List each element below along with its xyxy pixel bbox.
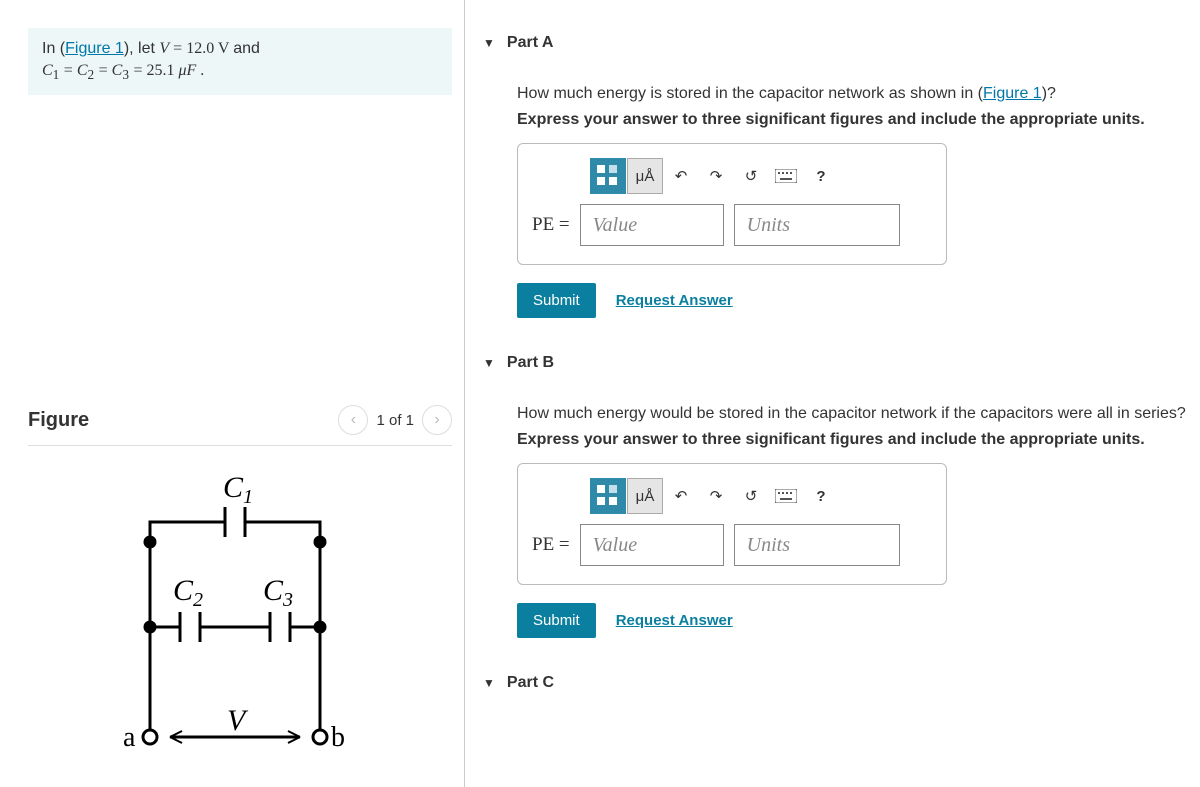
undo-button[interactable]: ↶ xyxy=(664,479,698,513)
reset-button[interactable]: ↺ xyxy=(734,479,768,513)
figure-title: Figure xyxy=(28,409,89,432)
part-a-value-input[interactable]: Value xyxy=(580,204,724,246)
templates-button[interactable] xyxy=(590,158,626,194)
keyboard-button[interactable] xyxy=(769,159,803,193)
part-b-lhs: PE = xyxy=(532,534,570,556)
part-b-instruction: Express your answer to three significant… xyxy=(517,431,1194,449)
part-a-request-answer[interactable]: Request Answer xyxy=(616,292,733,309)
part-a-lhs: PE = xyxy=(532,214,570,236)
problem-statement: In (Figure 1), let V = 12.0 V and C1 = C… xyxy=(28,28,452,95)
part-b-request-answer[interactable]: Request Answer xyxy=(616,612,733,629)
reset-button[interactable]: ↺ xyxy=(734,159,768,193)
part-a-answer-box: μÅ ↶ ↷ ↺ ? PE = Value Units xyxy=(517,143,947,265)
special-chars-button[interactable]: μÅ xyxy=(627,158,663,194)
part-a-instruction: Express your answer to three significant… xyxy=(517,111,1194,129)
svg-text:V: V xyxy=(227,704,249,737)
svg-text:C3: C3 xyxy=(263,574,293,611)
redo-button[interactable]: ↷ xyxy=(699,479,733,513)
keyboard-button[interactable] xyxy=(769,479,803,513)
part-b-question: How much energy would be stored in the c… xyxy=(517,402,1194,425)
part-b-header[interactable]: ▼ Part B xyxy=(483,348,1194,378)
help-button[interactable]: ? xyxy=(804,159,838,193)
collapse-icon: ▼ xyxy=(483,36,495,50)
part-b-submit-button[interactable]: Submit xyxy=(517,603,596,638)
circuit-figure: C1 C2 C3 V a b xyxy=(95,462,385,772)
templates-button[interactable] xyxy=(590,478,626,514)
part-a-header[interactable]: ▼ Part A xyxy=(483,28,1194,58)
svg-text:a: a xyxy=(123,722,136,753)
part-a-submit-button[interactable]: Submit xyxy=(517,283,596,318)
part-b-units-input[interactable]: Units xyxy=(734,524,900,566)
svg-text:b: b xyxy=(331,722,345,753)
part-a-question: How much energy is stored in the capacit… xyxy=(517,82,1194,105)
part-c-header[interactable]: ▼ Part C xyxy=(483,668,1194,698)
part-b-value-input[interactable]: Value xyxy=(580,524,724,566)
next-figure-button[interactable]: › xyxy=(422,405,452,435)
figure-pager: ‹ 1 of 1 › xyxy=(338,405,452,435)
undo-button[interactable]: ↶ xyxy=(664,159,698,193)
svg-text:C2: C2 xyxy=(173,574,203,611)
redo-button[interactable]: ↷ xyxy=(699,159,733,193)
help-button[interactable]: ? xyxy=(804,479,838,513)
special-chars-button[interactable]: μÅ xyxy=(627,478,663,514)
part-b-answer-box: μÅ ↶ ↷ ↺ ? PE = Value Units xyxy=(517,463,947,585)
figure-link[interactable]: Figure 1 xyxy=(65,40,124,57)
figure-link[interactable]: Figure 1 xyxy=(983,85,1042,102)
part-a-units-input[interactable]: Units xyxy=(734,204,900,246)
svg-text:C1: C1 xyxy=(223,471,253,508)
prev-figure-button[interactable]: ‹ xyxy=(338,405,368,435)
collapse-icon: ▼ xyxy=(483,356,495,370)
collapse-icon: ▼ xyxy=(483,676,495,690)
